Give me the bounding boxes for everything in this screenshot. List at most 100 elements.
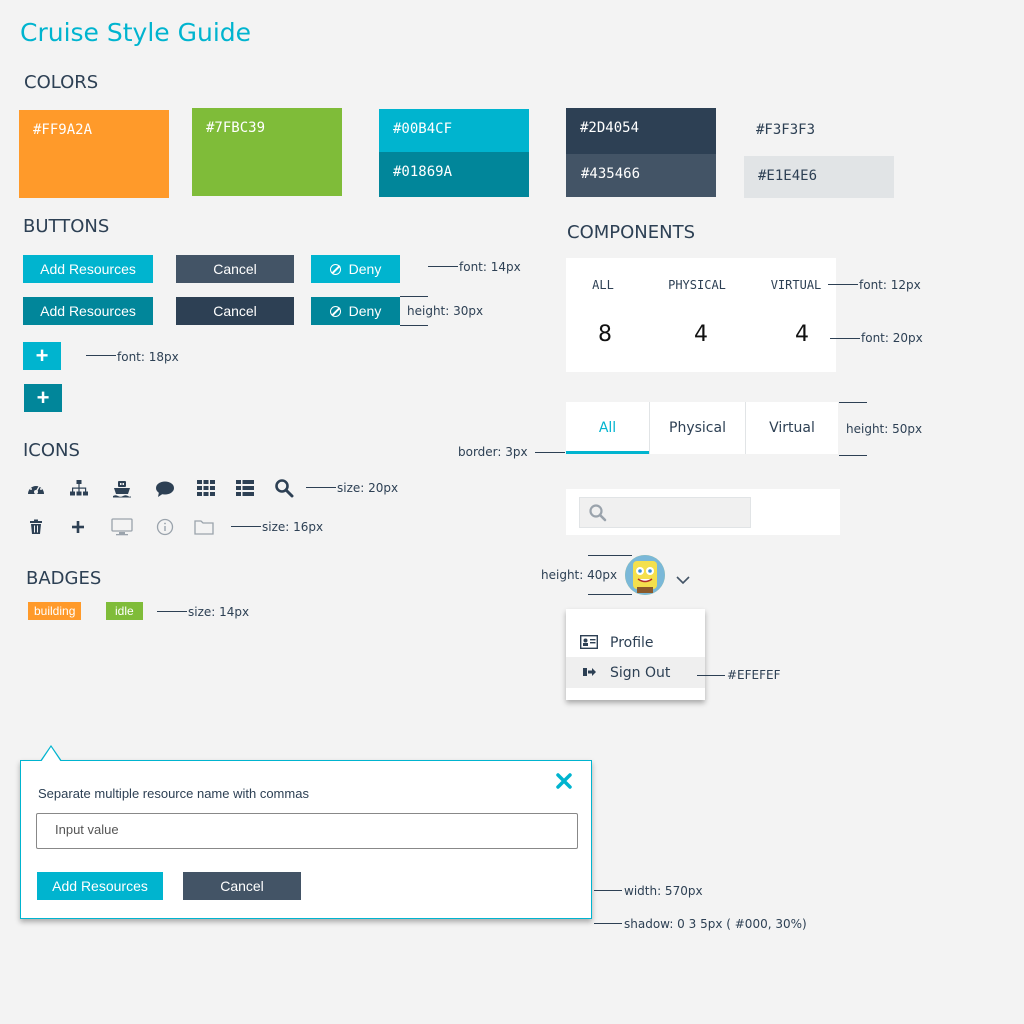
annotation-line [86,355,116,356]
note-size14: size: 14px [188,605,250,619]
note-height30: height: 30px [407,304,484,318]
ban-icon [329,305,341,317]
menu-item-sign-out[interactable]: Sign Out [566,657,705,688]
annotation-line [535,452,565,453]
badge-building: building [28,602,82,620]
swatch-orange: #FF9A2A [19,110,169,198]
grid-icon [195,477,217,499]
annotation-line [697,675,725,676]
dashboard-icon [25,478,47,500]
tab-virtual[interactable]: Virtual [746,402,838,454]
badge-idle: idle [106,602,143,620]
stat-label-virtual: VIRTUAL [770,278,822,292]
sitemap-icon [68,478,90,500]
cancel-button[interactable]: Cancel [176,255,294,283]
stat-value-virtual: 4 [795,322,809,347]
dialog-add-resources-button[interactable]: Add Resources [37,872,163,900]
annotation-line [231,526,261,527]
note-font18: font: 18px [117,350,179,364]
add-resources-dialog: Separate multiple resource name with com… [20,745,592,919]
list-icon [234,477,256,499]
swatch-cyan: #00B4CF [379,109,529,152]
deny-button[interactable]: Deny [311,255,400,283]
tab-bar: All Physical Virtual [566,402,838,454]
monitor-icon [111,516,133,538]
stat-value-all: 8 [598,322,612,347]
id-card-icon [579,634,599,653]
cancel-button-active[interactable]: Cancel [176,297,294,325]
swatch-teal: #01869A [379,152,529,197]
annotation-line [594,890,622,891]
annotation-line [828,284,858,285]
chevron-down-icon[interactable] [676,570,690,589]
add-resources-button-active[interactable]: Add Resources [23,297,153,325]
section-icons: ICONS [23,440,80,461]
page-title: Cruise Style Guide [20,18,252,47]
ship-icon [111,478,133,500]
note-font14: font: 14px [459,260,521,274]
comment-icon [154,478,176,500]
swatch-slate: #435466 [566,154,716,197]
menu-item-sign-out-label: Sign Out [610,664,671,681]
info-icon [154,516,176,538]
folder-icon [193,516,215,538]
annotation-line [157,611,187,612]
note-efefef: #EFEFEF [727,668,781,682]
sign-out-icon [582,663,596,682]
dialog-arrow-fill [41,747,61,762]
annotation-line [400,296,428,297]
deny-button-active[interactable]: Deny [311,297,400,325]
add-icon-button-active[interactable]: + [24,384,62,412]
avatar[interactable] [625,555,665,595]
annotation-line [306,487,336,488]
note-size20: size: 20px [337,481,399,495]
swatch-lightgray: #E1E4E6 [744,156,894,198]
add-resources-button[interactable]: Add Resources [23,255,153,283]
input-placeholder: Input value [55,822,119,837]
swatch-light: #F3F3F3 [742,110,892,154]
annotation-line [588,594,632,595]
section-components: COMPONENTS [567,222,696,243]
stat-label-all: ALL [592,278,614,292]
note-size16: size: 16px [262,520,324,534]
swatch-navy: #2D4054 [566,108,716,154]
stat-label-physical: PHYSICAL [668,278,726,292]
section-buttons: BUTTONS [23,216,110,237]
plus-icon [67,516,89,538]
annotation-line [428,266,458,267]
resource-name-input[interactable]: Input value [36,813,578,849]
deny-label: Deny [348,303,382,319]
dialog-label: Separate multiple resource name with com… [38,786,309,801]
stats-card: ALL PHYSICAL VIRTUAL 8 4 4 [566,258,836,372]
note-font20: font: 20px [861,331,923,345]
annotation-line [594,923,622,924]
annotation-line [588,555,632,556]
search-panel [566,489,840,535]
section-badges: BADGES [26,568,102,589]
ban-icon [329,263,341,275]
stat-value-physical: 4 [694,322,708,347]
menu-item-profile[interactable]: Profile [566,628,705,658]
annotation-line [830,338,860,339]
search-icon [588,503,608,527]
note-width570: width: 570px [624,884,703,898]
dialog-cancel-button[interactable]: Cancel [183,872,301,900]
note-border3: border: 3px [458,445,528,459]
note-height40: height: 40px [541,568,618,582]
annotation-line [839,402,867,403]
search-input[interactable] [579,497,751,528]
deny-label: Deny [348,261,382,277]
section-colors: COLORS [24,72,99,93]
tab-all[interactable]: All [566,402,649,454]
add-icon-button[interactable]: + [23,342,61,370]
note-font12: font: 12px [859,278,921,292]
annotation-line [839,455,867,456]
menu-item-profile-label: Profile [610,635,654,651]
trash-icon [25,516,47,538]
note-shadow: shadow: 0 3 5px ( #000, 30%) [624,917,807,931]
search-icon [273,477,295,499]
swatch-green: #7FBC39 [192,108,342,196]
annotation-line [400,325,428,326]
tab-physical[interactable]: Physical [650,402,745,454]
close-icon[interactable] [555,772,573,794]
